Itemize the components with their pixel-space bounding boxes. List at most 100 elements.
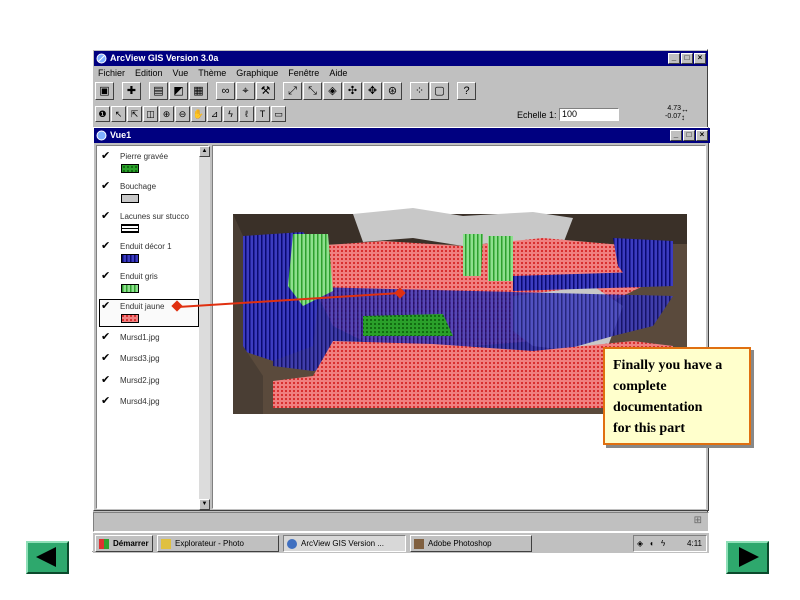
tray-volume-icon[interactable]: ◖ (649, 536, 654, 551)
layer-mursd1[interactable]: ✔ Mursd1.jpg (99, 332, 197, 346)
hot-link-tool[interactable]: ϟ (223, 106, 238, 122)
app-titlebar[interactable]: ArcView GIS Version 3.0a _ □ × (94, 51, 708, 66)
layer-enduit-gris[interactable]: ✔ Enduit gris (99, 271, 197, 295)
text-tool[interactable]: T (255, 106, 270, 122)
menu-fenetre[interactable]: Fenêtre (283, 66, 324, 80)
map-display[interactable] (212, 145, 706, 509)
zoom-in-button[interactable]: ✣ (343, 82, 362, 100)
menu-edition[interactable]: Edition (130, 66, 168, 80)
legend-icon: ◩ (173, 84, 184, 97)
layer-checkbox[interactable]: ✔ (101, 375, 112, 386)
previous-slide-button[interactable] (26, 541, 69, 574)
layer-mursd2[interactable]: ✔ Mursd2.jpg (99, 375, 197, 389)
add-theme-button[interactable]: ✚ (122, 82, 141, 100)
start-button[interactable]: Démarrer (95, 535, 153, 552)
hand-icon: ✋ (192, 108, 205, 119)
pointer-tool[interactable]: ↖ (111, 106, 126, 122)
minimize-button[interactable]: _ (668, 53, 680, 64)
task-photoshop[interactable]: Adobe Photoshop (410, 535, 532, 552)
view-titlebar[interactable]: Vue1 _ □ × (94, 128, 710, 143)
menu-fichier[interactable]: Fichier (93, 66, 130, 80)
menu-aide[interactable]: Aide (324, 66, 352, 80)
tool-bar: ❶ ↖ ⇱ ◫ ⊕ ⊖ ✋ ⊿ ϟ ℓ T ▭ (95, 106, 287, 122)
layer-checkbox[interactable]: ✔ (101, 271, 112, 282)
save-project-button[interactable]: ▣ (95, 82, 114, 100)
layer-mursd3[interactable]: ✔ Mursd3.jpg (99, 353, 197, 367)
tray-shield-icon[interactable]: ◈ (637, 536, 643, 551)
layer-checkbox[interactable]: ✔ (101, 332, 112, 343)
scroll-down-arrow-icon[interactable]: ▼ (199, 499, 210, 510)
coord-arrows-icon: ↔ ↕ (681, 105, 689, 122)
text-t-icon: T (259, 108, 266, 119)
query-builder-button[interactable]: ⚒ (256, 82, 275, 100)
add-icon: ✚ (126, 84, 137, 97)
edit-legend-button[interactable]: ◩ (169, 82, 188, 100)
wall-map-canvas[interactable] (213, 146, 707, 510)
scale-input[interactable]: 100 (559, 108, 619, 121)
properties-icon: ▤ (153, 84, 164, 97)
identify-tool[interactable]: ❶ (95, 106, 110, 122)
find-button[interactable]: ∞ (216, 82, 235, 100)
menu-graphique[interactable]: Graphique (231, 66, 283, 80)
left-triangle-icon (36, 547, 56, 567)
legend-swatch (121, 164, 139, 173)
next-slide-button[interactable] (726, 541, 769, 574)
pan-tool[interactable]: ✋ (191, 106, 206, 122)
layer-enduit-decor[interactable]: ✔ Enduit décor 1 (99, 241, 197, 265)
label-tool[interactable]: ℓ (239, 106, 254, 122)
layer-checkbox[interactable]: ✔ (101, 151, 112, 162)
layer-pierre-gravee[interactable]: ✔ Pierre gravée (99, 151, 197, 175)
theme-properties-button[interactable]: ▤ (149, 82, 168, 100)
task-label: Adobe Photoshop (428, 539, 492, 548)
button-bar: ▣ ✚ ▤ ◩ ▦ ∞ ⌖ ⚒ ⤢ ⤡ ◈ ✣ ✥ ⊛ ⁘ ▢ ? (95, 82, 477, 100)
zoom-full-extent-button[interactable]: ⤢ (283, 82, 302, 100)
layer-mursd4[interactable]: ✔ Mursd4.jpg (99, 396, 197, 410)
layer-checkbox[interactable]: ✔ (101, 396, 112, 407)
locate-address-button[interactable]: ⌖ (236, 82, 255, 100)
clear-selection-button[interactable]: ▢ (430, 82, 449, 100)
maximize-button[interactable]: □ (681, 53, 693, 64)
legend-swatch (121, 254, 139, 263)
layer-checkbox[interactable]: ✔ (101, 353, 112, 364)
layer-name: Mursd1.jpg (120, 333, 160, 342)
task-explorateur[interactable]: Explorateur - Photo (157, 535, 279, 552)
magnifier-plus-icon: ⊕ (162, 108, 171, 119)
menu-vue[interactable]: Vue (168, 66, 194, 80)
zoom-active-themes-button[interactable]: ⤡ (303, 82, 322, 100)
view-minimize-button[interactable]: _ (670, 130, 682, 141)
draw-rectangle-icon: ▭ (274, 108, 283, 119)
layer-checkbox[interactable]: ✔ (101, 241, 112, 252)
zoom-in-arrows-icon: ✣ (347, 84, 358, 97)
layer-name: Mursd2.jpg (120, 376, 160, 385)
zoom-in-tool[interactable]: ⊕ (159, 106, 174, 122)
vertex-edit-tool[interactable]: ⇱ (127, 106, 142, 122)
view-close-button[interactable]: × (696, 130, 708, 141)
windows-taskbar: Démarrer Explorateur - Photo ArcView GIS… (93, 532, 709, 553)
resize-grip-icon[interactable]: ⊞ (694, 515, 702, 526)
draw-tool[interactable]: ▭ (271, 106, 286, 122)
scroll-up-arrow-icon[interactable]: ▲ (199, 146, 210, 157)
open-table-button[interactable]: ▦ (189, 82, 208, 100)
layer-lacunes[interactable]: ✔ Lacunes sur stucco (99, 211, 197, 235)
select-by-theme-button[interactable]: ⁘ (410, 82, 429, 100)
layer-enduit-jaune[interactable]: ✔ Enduit jaune (99, 299, 199, 327)
layer-bouchage[interactable]: ✔ Bouchage (99, 181, 197, 205)
close-button[interactable]: × (694, 53, 706, 64)
toc-scrollbar[interactable]: ▲ ▼ (199, 146, 210, 510)
menu-theme[interactable]: Thème (193, 66, 231, 80)
view-maximize-button[interactable]: □ (683, 130, 695, 141)
zoom-previous-button[interactable]: ⊛ (383, 82, 402, 100)
help-button[interactable]: ? (457, 82, 476, 100)
locate-icon: ⌖ (242, 84, 249, 97)
layer-checkbox[interactable]: ✔ (101, 181, 112, 192)
zoom-selected-button[interactable]: ◈ (323, 82, 342, 100)
layer-checkbox[interactable]: ✔ (101, 301, 112, 312)
tray-network-icon[interactable]: ϟ (661, 536, 665, 551)
task-arcview[interactable]: ArcView GIS Version ... (283, 535, 406, 552)
zoom-out-button[interactable]: ✥ (363, 82, 382, 100)
layer-checkbox[interactable]: ✔ (101, 211, 112, 222)
select-feature-tool[interactable]: ◫ (143, 106, 158, 122)
zoom-out-tool[interactable]: ⊖ (175, 106, 190, 122)
layer-name: Bouchage (120, 182, 157, 191)
measure-tool[interactable]: ⊿ (207, 106, 222, 122)
